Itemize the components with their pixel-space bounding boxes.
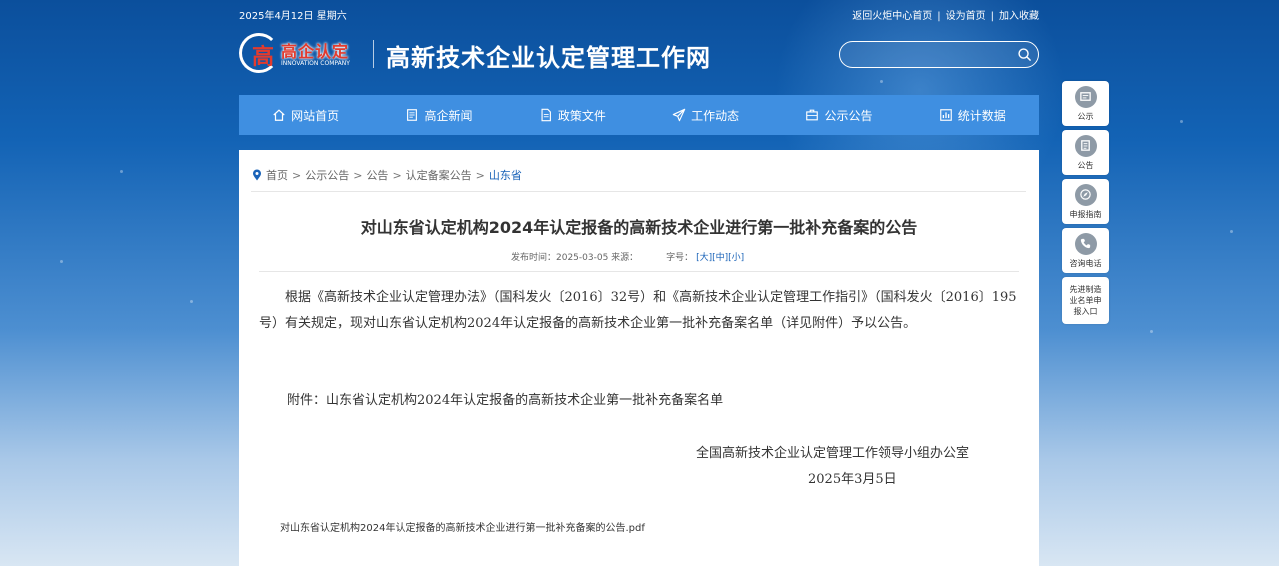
nav-label: 网站首页: [291, 108, 340, 123]
chart-icon: [939, 109, 952, 121]
breadcrumb-announcement[interactable]: 公告: [366, 167, 388, 183]
search-box: [839, 41, 1039, 68]
side-item-public-notice[interactable]: 公示: [1062, 81, 1109, 126]
font-size-small[interactable]: [小]: [728, 253, 744, 263]
breadcrumb-separator: >: [392, 168, 402, 182]
breadcrumb-filing-announcement[interactable]: 认定备案公告: [406, 167, 472, 183]
side-item-hotline[interactable]: 咨询电话: [1062, 228, 1109, 273]
logo-english-text: INNOVATION COMPANY: [281, 60, 350, 67]
attachment-note: 附件：山东省认定机构2024年认定报备的高新技术企业第一批补充备案名单: [287, 393, 724, 408]
phone-icon: [1074, 232, 1097, 255]
logo-chinese-text: 高企认定: [281, 42, 350, 61]
add-favorite-link[interactable]: 加入收藏: [999, 11, 1039, 22]
location-pin-icon: [253, 169, 261, 181]
site-logo[interactable]: 高 高企认定 INNOVATION COMPANY: [239, 33, 369, 73]
article-panel: 首页 > 公示公告 > 公告 > 认定备案公告 > 山东省 对山东省认定机构20…: [239, 150, 1039, 566]
search-icon[interactable]: [1017, 47, 1032, 62]
current-date: 2025年4月12日 星期六: [239, 11, 347, 22]
font-size-label: 字号：: [666, 253, 694, 263]
breadcrumb-notices[interactable]: 公示公告: [305, 167, 349, 183]
font-size-large[interactable]: [大]: [696, 253, 712, 263]
article-title: 对山东省认定机构2024年认定报备的高新技术企业进行第一批补充备案的公告: [360, 218, 918, 237]
back-to-torch-center-link[interactable]: 返回火炬中心首页: [852, 11, 932, 22]
breadcrumb-divider: [251, 191, 1026, 192]
set-homepage-link[interactable]: 设为首页: [946, 11, 986, 22]
breadcrumb-shandong[interactable]: 山东省: [489, 167, 522, 183]
breadcrumb: 首页 > 公示公告 > 公告 > 认定备案公告 > 山东省: [252, 167, 522, 183]
publish-info: 发布时间：2025-03-05 来源：: [511, 253, 639, 263]
announcement-icon: [1074, 134, 1097, 157]
nav-label: 统计数据: [957, 108, 1006, 123]
font-size-medium[interactable]: [中]: [712, 253, 728, 263]
header-divider: [373, 40, 374, 68]
side-item-application-guide[interactable]: 申报指南: [1062, 179, 1109, 224]
logo-glyph: 高: [252, 44, 275, 70]
link-separator: |: [990, 11, 994, 22]
nav-label: 政策文件: [557, 108, 606, 123]
top-links: 返回火炬中心首页 | 设为首页 | 加入收藏: [852, 7, 1039, 22]
signature-organization: 全国高新技术企业认定管理工作领导小组办公室: [696, 446, 970, 461]
search-input[interactable]: [850, 45, 1010, 64]
side-item-advanced-manufacturing-entry[interactable]: 先进制造业名单申报入口: [1062, 277, 1109, 324]
site-title: 高新技术企业认定管理工作网: [386, 43, 711, 72]
send-icon: [672, 108, 686, 122]
article-body: 根据《高新技术企业认定管理办法》（国科发火〔2016〕32号）和《高新技术企业认…: [259, 290, 1017, 331]
nav-label: 高企新闻: [424, 108, 473, 123]
nav-item-news[interactable]: 高企新闻: [372, 95, 505, 135]
pdf-attachment-link[interactable]: 对山东省认定机构2024年认定报备的高新技术企业进行第一批补充备案的公告.pdf: [280, 519, 645, 534]
nav-item-policy[interactable]: 政策文件: [506, 95, 639, 135]
side-item-announcement[interactable]: 公告: [1062, 130, 1109, 175]
document-icon: [541, 108, 551, 122]
news-icon: [407, 109, 418, 121]
side-menu: 公示 公告 申报指南 咨询电话 先进制造业名单申报入口: [1062, 81, 1109, 328]
title-divider: [259, 271, 1019, 272]
top-bar: 2025年4月12日 星期六 返回火炬中心首页 | 设为首页 | 加入收藏: [239, 7, 1039, 22]
side-label: 先进制造业名单申报入口: [1069, 285, 1102, 316]
main-nav: 网站首页 高企新闻 政策文件 工作动态 公示公告 统计数据: [239, 95, 1039, 135]
article-meta: 发布时间：2025-03-05 来源： 字号： [大][中][小]: [511, 250, 744, 263]
nav-item-statistics[interactable]: 统计数据: [906, 95, 1039, 135]
breadcrumb-home[interactable]: 首页: [266, 167, 288, 183]
home-icon: [273, 109, 285, 121]
nav-label: 公示公告: [824, 108, 873, 123]
side-label: 咨询电话: [1069, 258, 1102, 268]
breadcrumb-separator: >: [353, 168, 363, 182]
side-label: 公告: [1077, 160, 1094, 170]
breadcrumb-separator: >: [292, 168, 302, 182]
nav-item-announcements[interactable]: 公示公告: [772, 95, 905, 135]
breadcrumb-separator: >: [475, 168, 485, 182]
notice-board-icon: [1074, 85, 1097, 108]
side-label: 申报指南: [1069, 209, 1102, 219]
nav-item-work-updates[interactable]: 工作动态: [639, 95, 772, 135]
side-label: 公示: [1077, 111, 1094, 121]
compass-icon: [1074, 183, 1097, 206]
briefcase-icon: [806, 109, 819, 121]
link-separator: |: [937, 11, 941, 22]
nav-label: 工作动态: [691, 108, 740, 123]
nav-item-home[interactable]: 网站首页: [239, 95, 372, 135]
signature-date: 2025年3月5日: [808, 472, 897, 487]
